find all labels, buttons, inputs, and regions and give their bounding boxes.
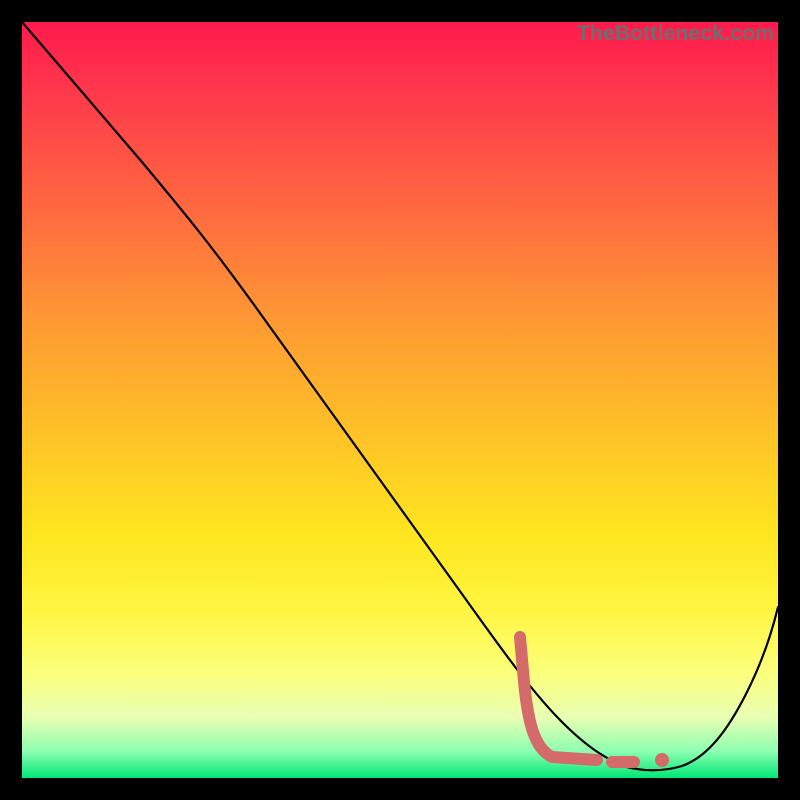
highlight-dot	[655, 753, 669, 767]
chart-frame: TheBottleneck.com	[22, 22, 778, 778]
chart-svg	[22, 22, 778, 778]
highlight-segment	[520, 637, 597, 760]
bottleneck-curve-path	[22, 22, 778, 770]
